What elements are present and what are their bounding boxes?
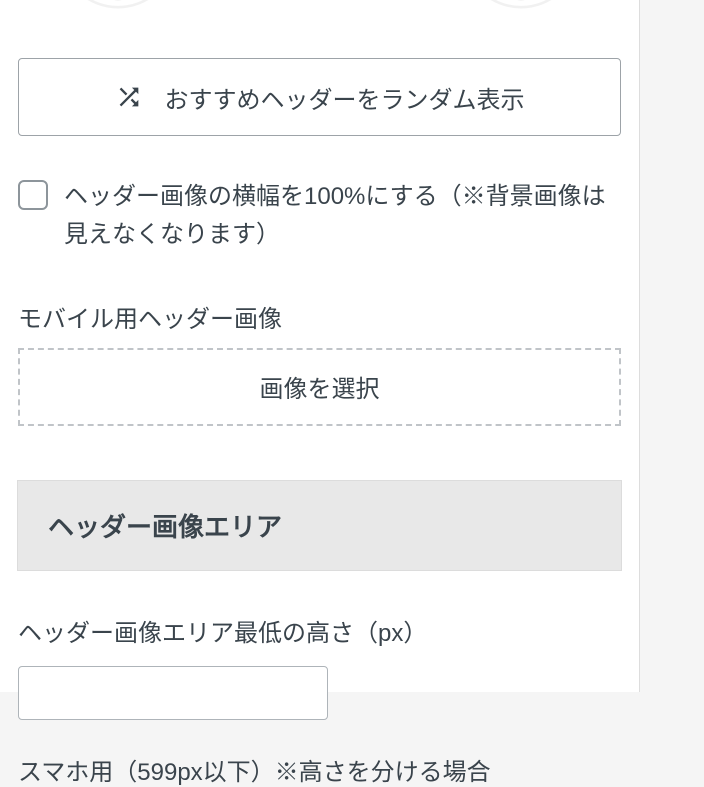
crest-decoration-left [53, 0, 183, 15]
customizer-panel: おすすめヘッダーをランダム表示 ヘッダー画像の横幅を100%にする（※背景画像は… [0, 0, 640, 692]
mobile-header-label: モバイル用ヘッダー画像 [18, 299, 621, 334]
sp-height-label: スマホ用（599px以下）※高さを分ける場合 [18, 752, 621, 787]
header-area-section: ヘッダー画像エリア [17, 480, 622, 571]
shuffle-icon [115, 83, 143, 111]
full-width-checkbox-label: ヘッダー画像の横幅を100%にする（※背景画像は見えなくなります） [64, 178, 621, 255]
random-header-button[interactable]: おすすめヘッダーをランダム表示 [18, 58, 621, 136]
min-height-label: ヘッダー画像エリア最低の高さ（px） [18, 613, 621, 648]
full-width-checkbox[interactable] [18, 180, 48, 210]
random-header-label: おすすめヘッダーをランダム表示 [165, 80, 525, 115]
select-image-label: 画像を選択 [260, 369, 380, 404]
select-image-button[interactable]: 画像を選択 [18, 348, 621, 426]
full-width-checkbox-row: ヘッダー画像の横幅を100%にする（※背景画像は見えなくなります） [18, 178, 621, 255]
header-area-section-title: ヘッダー画像エリア [48, 507, 591, 544]
min-height-input[interactable] [18, 666, 328, 720]
crest-decoration-right [456, 0, 586, 15]
header-preview-area [18, 0, 621, 24]
